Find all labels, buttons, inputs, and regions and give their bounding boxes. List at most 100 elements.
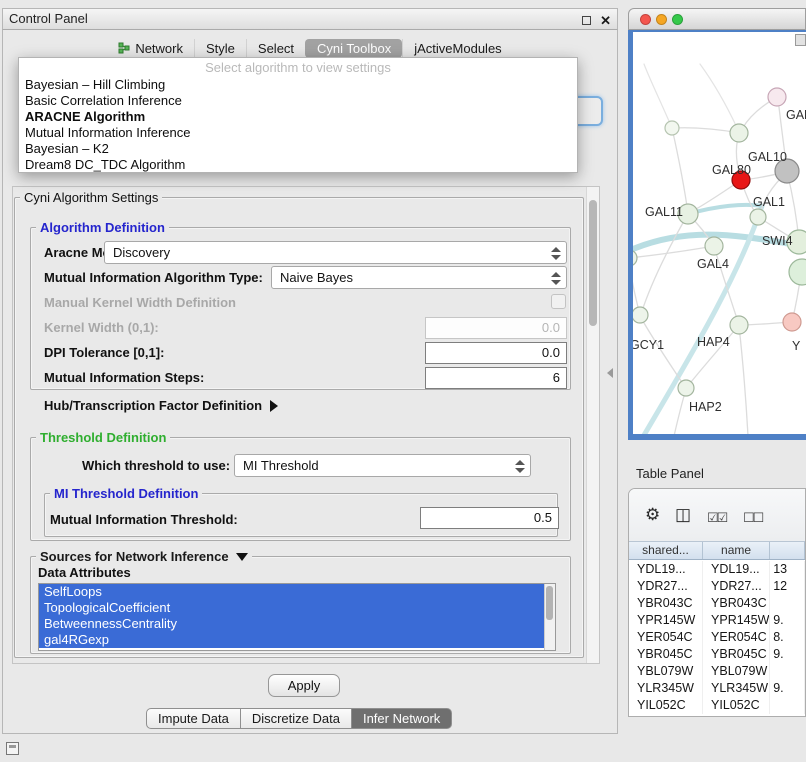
- bottom-tab-impute-data[interactable]: Impute Data: [146, 708, 241, 729]
- bottom-tab-infer-network[interactable]: Infer Network: [352, 708, 452, 729]
- scrollbar-thumb[interactable]: [546, 586, 553, 620]
- algorithm-option-mutual-information-inference[interactable]: Mutual Information Inference: [19, 125, 577, 141]
- network-edge[interactable]: [641, 214, 688, 314]
- scrollbar-thumb[interactable]: [589, 200, 597, 326]
- node-label: SWI4: [762, 234, 793, 248]
- network-edge[interactable]: [672, 128, 688, 213]
- node-label: GAL: [786, 108, 806, 122]
- close-traffic-light[interactable]: [640, 14, 651, 25]
- column-header-name[interactable]: name: [703, 542, 770, 559]
- table-cell: 8.: [770, 629, 805, 646]
- table-cell: YBR045C: [629, 646, 703, 663]
- aracne-mode-select[interactable]: Discovery: [104, 241, 567, 264]
- table-cell: YBR043C: [629, 595, 703, 612]
- attribute-list-scrollbar[interactable]: [544, 584, 555, 650]
- network-node[interactable]: [705, 237, 723, 255]
- network-navigator-fragment[interactable]: [795, 34, 806, 46]
- table-cell: YIL052C: [703, 697, 770, 714]
- table-cell: YBR043C: [703, 595, 770, 612]
- algorithm-definition-title: Algorithm Definition: [36, 220, 169, 235]
- chevron-updown-icon: [515, 459, 525, 474]
- network-edge[interactable]: [739, 326, 748, 434]
- select-all-rows-icon[interactable]: ☑☑: [707, 509, 726, 527]
- table-cell: YER054C: [703, 629, 770, 646]
- table-cell: YLR345W: [703, 680, 770, 697]
- tab-cyni-toolbox[interactable]: Cyni Toolbox: [305, 39, 402, 58]
- close-icon[interactable]: ✕: [600, 16, 611, 25]
- network-node[interactable]: [678, 380, 694, 396]
- which-threshold-select[interactable]: MI Threshold: [234, 454, 531, 477]
- algorithm-option-basic-correlation-inference[interactable]: Basic Correlation Inference: [19, 93, 577, 109]
- tab-network[interactable]: Network: [107, 39, 194, 58]
- apply-button[interactable]: Apply: [268, 674, 340, 697]
- table-cell: 9.: [770, 646, 805, 663]
- column-header-shared-[interactable]: shared...: [629, 542, 703, 559]
- algorithm-dropdown-list: Select algorithm to view settings Bayesi…: [18, 57, 578, 173]
- algorithm-option-aracne-algorithm[interactable]: ARACNE Algorithm: [19, 109, 577, 125]
- table-row[interactable]: YBL079WYBL079W: [629, 663, 805, 680]
- attribute-item[interactable]: BetweennessCentrality: [39, 616, 544, 632]
- hub-definition-toggle[interactable]: Hub/Transcription Factor Definition: [44, 398, 278, 413]
- network-edge[interactable]: [700, 64, 739, 132]
- mi-steps-field[interactable]: 6: [425, 367, 567, 389]
- network-node[interactable]: [730, 316, 748, 334]
- node-label: HAP4: [697, 335, 730, 349]
- attribute-item[interactable]: SelfLoops: [39, 584, 544, 600]
- table-row[interactable]: YER054CYER054C8.: [629, 629, 805, 646]
- minimize-traffic-light[interactable]: [656, 14, 667, 25]
- manual-kernel-checkbox[interactable]: [551, 294, 566, 309]
- table-row[interactable]: YLR345WYLR345W9.: [629, 680, 805, 697]
- mi-type-label: Mutual Information Algorithm Type:: [44, 270, 263, 285]
- control-panel-titlebar[interactable]: Control Panel ✕: [2, 8, 618, 30]
- node-label: GAL11: [645, 205, 683, 219]
- network-window-titlebar[interactable]: [628, 8, 806, 30]
- algorithm-option-bayesian-k2[interactable]: Bayesian – K2: [19, 141, 577, 157]
- attribute-item[interactable]: gal4RGexp: [39, 632, 544, 648]
- deselect-all-rows-icon[interactable]: ☐☐: [743, 509, 762, 527]
- attribute-item[interactable]: TopologicalCoefficient: [39, 600, 544, 616]
- column-header-2[interactable]: [770, 542, 805, 559]
- network-edge[interactable]: [672, 128, 739, 133]
- table-row[interactable]: YDR27...YDR27...12: [629, 578, 805, 595]
- gear-icon[interactable]: ⚙: [645, 506, 660, 524]
- network-node[interactable]: [665, 121, 679, 135]
- algorithm-option-dream8-dc-tdc-algorithm[interactable]: Dream8 DC_TDC Algorithm: [19, 157, 577, 173]
- network-node[interactable]: [730, 124, 748, 142]
- dpi-tolerance-field[interactable]: 0.0: [425, 342, 567, 364]
- bottom-tab-bar: Impute DataDiscretize DataInfer Network: [146, 708, 452, 729]
- minimized-panel-icon[interactable]: [6, 742, 19, 755]
- float-window-icon[interactable]: [582, 16, 591, 25]
- network-node[interactable]: [750, 209, 766, 225]
- network-node[interactable]: [633, 250, 637, 266]
- table-row[interactable]: YDL19...YDL19...13: [629, 561, 805, 578]
- table-cell: [770, 663, 805, 680]
- tab-bar: NetworkStyleSelectCyni ToolboxjActiveMod…: [2, 37, 618, 59]
- sources-group-title[interactable]: Sources for Network Inference: [36, 549, 252, 564]
- table-cell: YDL19...: [703, 561, 770, 578]
- zoom-traffic-light[interactable]: [672, 14, 683, 25]
- network-graph[interactable]: GAL80GAL10GAL11GAL1SWI4GAL4GCY1HAP4HAP2G…: [633, 32, 806, 434]
- network-edge[interactable]: [644, 64, 672, 128]
- bottom-tab-discretize-data[interactable]: Discretize Data: [241, 708, 352, 729]
- table-row[interactable]: YIL052CYIL052C: [629, 697, 805, 714]
- node-label: GAL1: [753, 195, 785, 209]
- panel-collapse-arrow[interactable]: [607, 368, 613, 378]
- table-row[interactable]: YPR145WYPR145W9.: [629, 612, 805, 629]
- tab-select[interactable]: Select: [246, 39, 305, 58]
- mi-threshold-field[interactable]: 0.5: [420, 507, 559, 529]
- algorithm-option-bayesian-hill-climbing[interactable]: Bayesian – Hill Climbing: [19, 77, 577, 93]
- network-canvas[interactable]: GAL80GAL10GAL11GAL1SWI4GAL4GCY1HAP4HAP2G…: [633, 32, 806, 434]
- kernel-width-field[interactable]: 0.0: [425, 317, 567, 339]
- tab-jactivemodules[interactable]: jActiveModules: [402, 39, 512, 58]
- network-node[interactable]: [789, 259, 806, 285]
- column-chooser-icon[interactable]: ◫: [675, 506, 691, 524]
- vertical-scrollbar[interactable]: [586, 187, 599, 663]
- algorithm-placeholder-option[interactable]: Select algorithm to view settings: [19, 58, 577, 77]
- mi-type-select[interactable]: Naive Bayes: [271, 266, 567, 289]
- table-row[interactable]: YBR043CYBR043C: [629, 595, 805, 612]
- table-row[interactable]: YBR045CYBR045C9.: [629, 646, 805, 663]
- network-node[interactable]: [783, 313, 801, 331]
- tab-style[interactable]: Style: [194, 39, 246, 58]
- network-node[interactable]: [768, 88, 786, 106]
- network-node[interactable]: [633, 307, 648, 323]
